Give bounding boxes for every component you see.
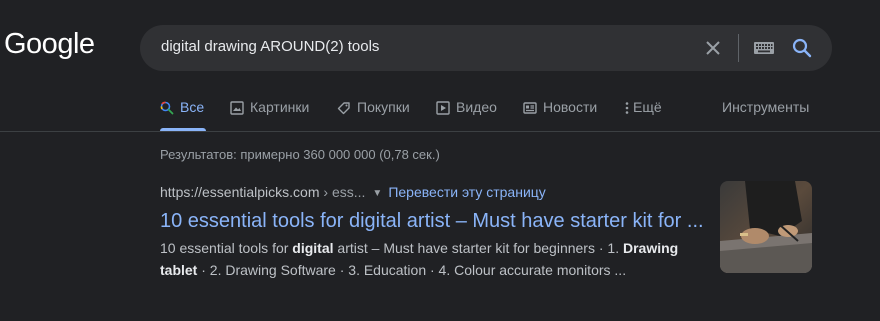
search-input[interactable]: digital drawing AROUND(2) tools bbox=[161, 38, 379, 55]
snippet-highlight: digital bbox=[292, 240, 334, 256]
google-logo[interactable]: Google bbox=[4, 28, 95, 61]
tab-label: Картинки bbox=[250, 99, 310, 115]
translate-link[interactable]: Перевести эту страницу bbox=[388, 184, 545, 200]
result-title-link[interactable]: 10 essential tools for digital artist – … bbox=[160, 208, 704, 234]
snippet-highlight: tablet bbox=[160, 262, 198, 278]
search-icon[interactable] bbox=[791, 37, 813, 59]
tab-label: Ещё bbox=[633, 99, 662, 115]
tab-more[interactable]: Ещё bbox=[624, 99, 662, 131]
keyboard-icon[interactable] bbox=[753, 40, 775, 56]
tab-news[interactable]: Новости bbox=[523, 99, 597, 131]
result-snippet: 10 essential tools for digital artist – … bbox=[160, 237, 705, 281]
tab-images[interactable]: Картинки bbox=[230, 99, 309, 131]
clear-icon[interactable] bbox=[704, 39, 722, 57]
tab-all[interactable]: Все bbox=[160, 99, 206, 131]
divider bbox=[738, 34, 739, 62]
tab-shopping[interactable]: Покупки bbox=[337, 99, 410, 131]
tools-label: Инструменты bbox=[722, 99, 810, 115]
tab-label: Новости bbox=[543, 99, 598, 115]
image-icon bbox=[230, 101, 244, 115]
tab-label: Покупки bbox=[357, 99, 410, 115]
snippet-text: 10 essential tools for bbox=[160, 240, 293, 256]
search-tabs: Все Картинки Покупки Видео Новости Ещё И… bbox=[160, 99, 880, 131]
result-thumbnail[interactable] bbox=[720, 181, 812, 273]
result-domain[interactable]: https://essentialpicks.com bbox=[160, 184, 320, 200]
tab-label: Все bbox=[180, 99, 205, 115]
more-vert-icon bbox=[625, 102, 629, 114]
snippet-text: artist – Must have starter kit for begin… bbox=[333, 240, 623, 256]
chevron-down-icon[interactable]: ▼ bbox=[372, 188, 382, 199]
result-stats: Результатов: примерно 360 000 000 (0,78 … bbox=[160, 147, 440, 162]
tabs-divider bbox=[0, 131, 880, 132]
snippet-highlight: Drawing bbox=[622, 240, 679, 256]
tab-video[interactable]: Видео bbox=[436, 99, 497, 131]
tools-button[interactable]: Инструменты bbox=[722, 99, 809, 131]
search-icon bbox=[160, 101, 174, 115]
news-icon bbox=[523, 102, 537, 114]
result-url: https://essentialpicks.com › ess... ▼ Пере… bbox=[160, 184, 546, 200]
result-path: › ess... bbox=[319, 184, 366, 200]
snippet-text: · 2. Drawing Software · 3. Education · 4… bbox=[197, 262, 627, 278]
tab-label: Видео bbox=[456, 99, 497, 115]
tag-icon bbox=[337, 102, 350, 115]
play-icon bbox=[436, 101, 450, 115]
search-box[interactable]: digital drawing AROUND(2) tools bbox=[140, 25, 832, 71]
